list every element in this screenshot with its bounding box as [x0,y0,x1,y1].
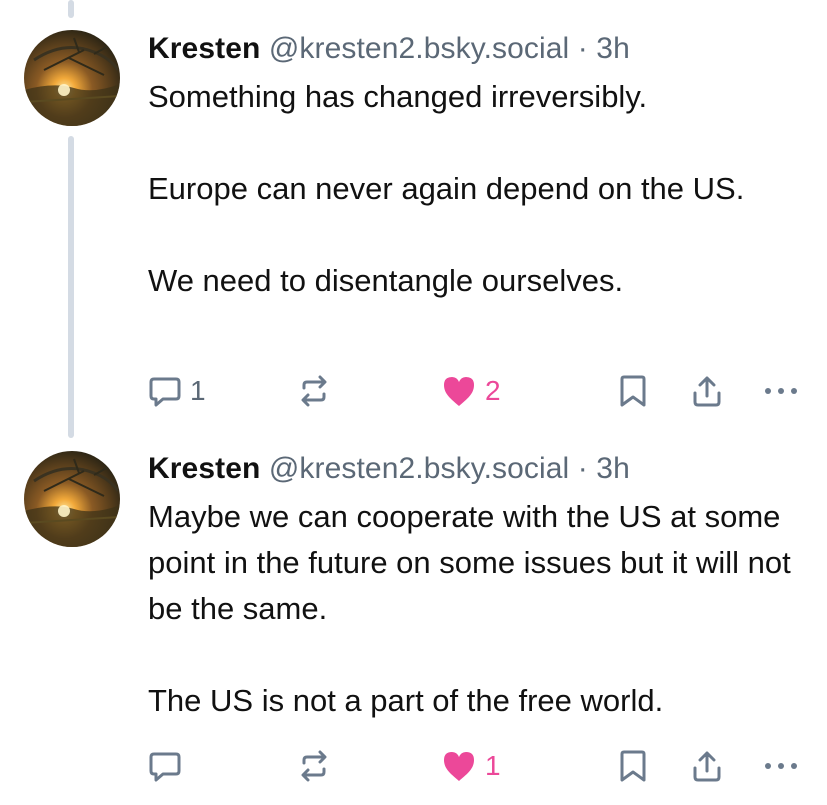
post-header: Kresten @kresten2.bsky.social · 3h [148,450,808,488]
separator: · [577,32,588,65]
author-name[interactable]: Kresten [148,32,260,65]
post-time[interactable]: 3h [596,32,630,65]
author-name[interactable]: Kresten [148,452,260,485]
post-actions: 1 [148,746,808,786]
author-handle[interactable]: @kresten2.bsky.social [269,452,569,485]
heart-icon [441,749,477,783]
reply-icon [148,374,182,408]
post-paragraph: Europe can never again depend on the US. [148,171,745,206]
reply-icon [148,749,182,783]
share-button[interactable] [690,746,724,786]
bookmark-button[interactable] [618,746,648,786]
heart-icon [441,374,477,408]
post-time[interactable]: 3h [596,452,630,485]
more-icon [762,374,800,408]
more-icon [762,749,800,783]
reply-button[interactable] [148,746,190,786]
repost-button[interactable] [296,371,340,411]
share-icon [690,374,724,408]
bookmark-button[interactable] [618,371,648,411]
like-count: 2 [485,375,501,406]
like-button[interactable]: 1 [441,746,501,786]
post-text: Maybe we can cooperate with the US at so… [148,494,808,724]
bookmark-icon [618,374,648,408]
share-button[interactable] [690,371,724,411]
repost-icon [296,374,332,408]
repost-button[interactable] [296,746,340,786]
post-paragraph: The US is not a part of the free world. [148,683,664,718]
thread-line-top [68,0,74,18]
post-actions: 1 2 [148,371,808,411]
more-options-button[interactable] [762,371,800,411]
post-header: Kresten @kresten2.bsky.social · 3h [148,30,808,68]
post-paragraph: Something has changed irreversibly. [148,79,648,114]
more-options-button[interactable] [762,746,800,786]
repost-icon [296,749,332,783]
post-text: Something has changed irreversibly. Euro… [148,74,808,304]
like-button[interactable]: 2 [441,371,501,411]
avatar[interactable] [24,30,120,126]
author-handle[interactable]: @kresten2.bsky.social [269,32,569,65]
post-paragraph: Maybe we can cooperate with the US at so… [148,499,791,626]
like-count: 1 [485,750,501,781]
separator: · [577,452,588,485]
share-icon [690,749,724,783]
post-content: Kresten @kresten2.bsky.social · 3h Somet… [148,30,808,304]
reply-count: 1 [190,375,206,406]
avatar[interactable] [24,451,120,547]
thread-line-middle [68,136,74,438]
reply-button[interactable]: 1 [148,371,206,411]
bookmark-icon [618,749,648,783]
post-content: Kresten @kresten2.bsky.social · 3h Maybe… [148,450,808,724]
post-paragraph: We need to disentangle ourselves. [148,263,624,298]
